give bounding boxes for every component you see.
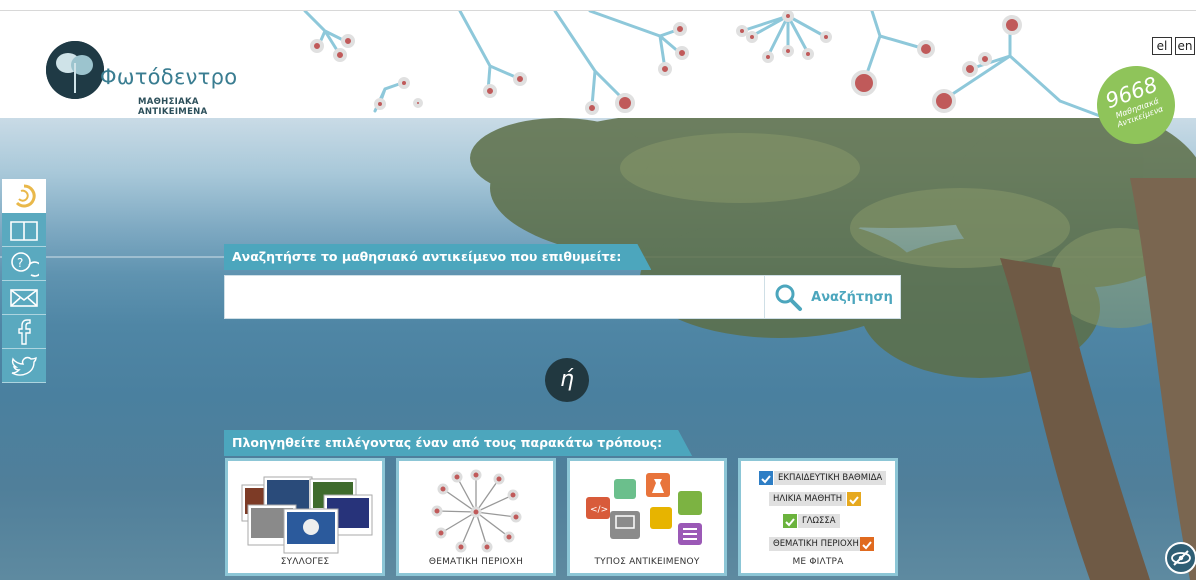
language-el-button[interactable]: el [1152,37,1172,55]
logo-subtitle: ΜΑΘΗΣΙΑΚΑ ΑΝΤΙΚΕΙΜΕΝΑ [138,97,208,117]
card-caption-subject: ΘΕΜΑΤΙΚΗ ΠΕΡΙΟΧΗ [428,557,524,567]
filter-education-level: ΕΚΠΑΙΔΕΥΤΙΚΗ ΒΑΘΜΙΔΑ [774,471,887,485]
card-caption-collections: ΣΥΛΛΟΓΕΣ [280,557,330,567]
book-icon [10,220,38,241]
search-heading: Αναζητήστε το μαθησιακό αντικείμενο που … [224,244,651,270]
sidebar-item-help[interactable]: ? [2,247,46,281]
search-button-label: Αναζήτηση [811,289,893,305]
check-icon [847,492,861,506]
photodentro-icon [15,183,36,207]
svg-text:</>: </> [590,505,608,515]
dandelion-logo-icon [46,41,104,99]
site-header: Φωτόδεντρο ΜΑΘΗΣΙΑΚΑ ΑΝΤΙΚΕΙΜΕΝΑ el en [0,11,1196,118]
twitter-icon [11,356,37,376]
search-button[interactable]: Αναζήτηση [764,276,901,318]
help-chat-icon: ? [11,251,39,277]
filter-subject: ΘΕΜΑΤΙΚΗ ΠΕΡΙΟΧΗ [769,537,863,551]
browse-filters-card[interactable]: ΕΚΠΑΙΔΕΥΤΙΚΗ ΒΑΘΜΙΔΑ ΗΛΙΚΙΑ ΜΑΘΗΤΗ ΓΛΩΣΣ… [738,458,898,576]
browse-heading: Πλοηγηθείτε επιλέγοντας έναν από τους πα… [224,430,692,456]
sidebar-item-photodentro[interactable] [2,179,46,213]
svg-text:?: ? [17,256,23,270]
check-icon [860,537,874,551]
social-sidebar: ? [2,179,48,383]
sidebar-item-twitter[interactable] [2,349,46,383]
or-separator: ή [545,358,589,402]
check-icon [759,471,773,485]
sidebar-item-facebook[interactable] [2,315,46,349]
search-icon [775,284,803,311]
search-input[interactable] [225,276,763,318]
object-type-icons: </> [586,473,702,545]
collections-photos-icon [241,476,373,554]
filter-student-age: ΗΛΙΚΙΑ ΜΑΘΗΤΗ [769,492,847,506]
card-caption-filters: ΜΕ ΦΙΛΤΡΑ [792,557,844,567]
site-logo[interactable]: Φωτόδεντρο ΜΑΘΗΣΙΑΚΑ ΑΝΤΙΚΕΙΜΕΝΑ [28,39,268,118]
filter-language: ΓΛΩΣΣΑ [798,514,840,528]
browse-subject-card[interactable]: ΘΕΜΑΤΙΚΗ ΠΕΡΙΟΧΗ [396,458,556,576]
check-icon [783,514,797,528]
mail-icon [10,288,38,307]
browse-object-type-card[interactable]: </> ΤΥΠΟΣ ΑΝΤΙΚΕΙΜΕΝΟΥ [567,458,727,576]
browse-collections-card[interactable]: ΣΥΛΛΟΓΕΣ [225,458,385,576]
facebook-icon [18,318,31,345]
language-en-button[interactable]: en [1175,37,1195,55]
subject-network-icon [431,469,522,553]
logo-title: Φωτόδεντρο [100,65,238,89]
card-caption-object-type: ΤΥΠΟΣ ΑΝΤΙΚΕΙΜΕΝΟΥ [594,557,700,567]
accessibility-toggle[interactable] [1165,542,1196,574]
search-bar: Αναζήτηση [224,275,901,319]
sidebar-item-mail[interactable] [2,281,46,315]
sidebar-item-book[interactable] [2,213,46,247]
eye-slash-icon [1171,550,1191,566]
